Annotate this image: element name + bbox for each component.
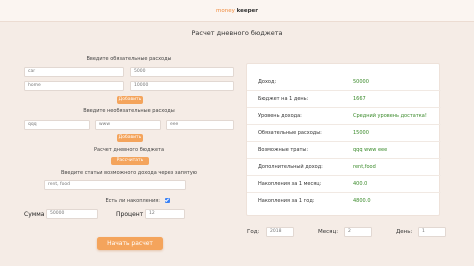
income-input[interactable]: rent, food <box>44 180 186 190</box>
calculate-daily-budget-button[interactable]: Рассчитать <box>111 157 149 165</box>
optional-expense-input-3[interactable]: eee <box>166 120 234 130</box>
percent-label: Процент <box>116 211 144 218</box>
result-key: Уровень дохода: <box>258 113 302 119</box>
add-optional-expenses-button[interactable]: Добавить <box>117 134 143 142</box>
daily-budget-label: Расчет дневного бюджета <box>93 147 165 153</box>
result-row-income-level: Уровень дохода: Средний уровень достатка… <box>247 108 441 125</box>
required-expense-name-input-2[interactable]: home <box>24 81 124 91</box>
result-key: Обязательные расходы: <box>258 130 322 136</box>
result-value: 400.0 <box>353 181 368 187</box>
brand-logo[interactable]: money keeper <box>216 8 258 14</box>
results-panel: Доход: 50000 Бюджет на 1 день: 1667 Уров… <box>246 63 441 216</box>
result-row-month-savings: Накопления за 1 месяц: 400.0 <box>247 176 441 193</box>
sum-input[interactable]: 50000 <box>46 209 98 219</box>
start-calculation-button[interactable]: Начать расчет <box>97 237 163 250</box>
app-header: money keeper <box>0 0 474 22</box>
required-expense-name-input-1[interactable]: car <box>24 67 124 77</box>
result-value: 50000 <box>353 79 369 85</box>
brand-suffix: keeper <box>236 8 258 14</box>
day-input[interactable]: 1 <box>418 227 446 237</box>
result-row-optional-expenses: Возможные траты: qqq www eee <box>247 142 441 159</box>
optional-expense-input-2[interactable]: www <box>95 120 161 130</box>
result-key: Бюджет на 1 день: <box>258 96 309 102</box>
page-title: Расчет дневного бюджета <box>191 29 283 37</box>
result-key: Накопления за 1 год: <box>258 198 315 204</box>
month-input[interactable]: 2 <box>344 227 372 237</box>
sum-label: Сумма <box>24 211 45 218</box>
required-expenses-label: Введите обязательные расходы <box>86 56 172 62</box>
month-label: Месяц: <box>318 229 339 235</box>
result-key: Накопления за 1 месяц: <box>258 181 322 187</box>
result-value: Средний уровень достатка! <box>353 113 427 119</box>
year-input[interactable]: 2018 <box>266 227 294 237</box>
add-required-expenses-button[interactable]: Добавить <box>117 96 143 104</box>
result-value: 4800.0 <box>353 198 371 204</box>
required-expense-amount-input-2[interactable]: 10000 <box>130 81 234 91</box>
optional-expenses-label: Введите необязательные расходы <box>83 108 175 114</box>
result-row-year-savings: Накопления за 1 год: 4800.0 <box>247 193 441 210</box>
result-key: Доход: <box>258 79 277 85</box>
result-value: qqq www eee <box>353 147 388 153</box>
year-label: Год: <box>247 229 260 235</box>
result-value: 1667 <box>353 96 366 102</box>
required-expense-amount-input-1[interactable]: 5000 <box>130 67 234 77</box>
result-value: 15000 <box>353 130 369 136</box>
day-label: День: <box>396 229 413 235</box>
result-key: Дополнительный доход: <box>258 164 323 170</box>
savings-label: Есть ли накопления: <box>105 198 160 204</box>
result-row-income: Доход: 50000 <box>247 74 441 91</box>
income-label: Введите статьи возможного дохода через з… <box>60 170 198 176</box>
result-key: Возможные траты: <box>258 147 309 153</box>
savings-checkbox[interactable] <box>165 198 170 203</box>
result-row-additional-income: Дополнительный доход: rent,food <box>247 159 441 176</box>
optional-expense-input-1[interactable]: qqq <box>24 120 90 130</box>
percent-input[interactable]: 12 <box>145 209 185 219</box>
result-row-required-expenses: Обязательные расходы: 15000 <box>247 125 441 142</box>
result-row-daily-budget: Бюджет на 1 день: 1667 <box>247 91 441 108</box>
result-value: rent,food <box>353 164 376 170</box>
brand-prefix: money <box>216 8 235 14</box>
